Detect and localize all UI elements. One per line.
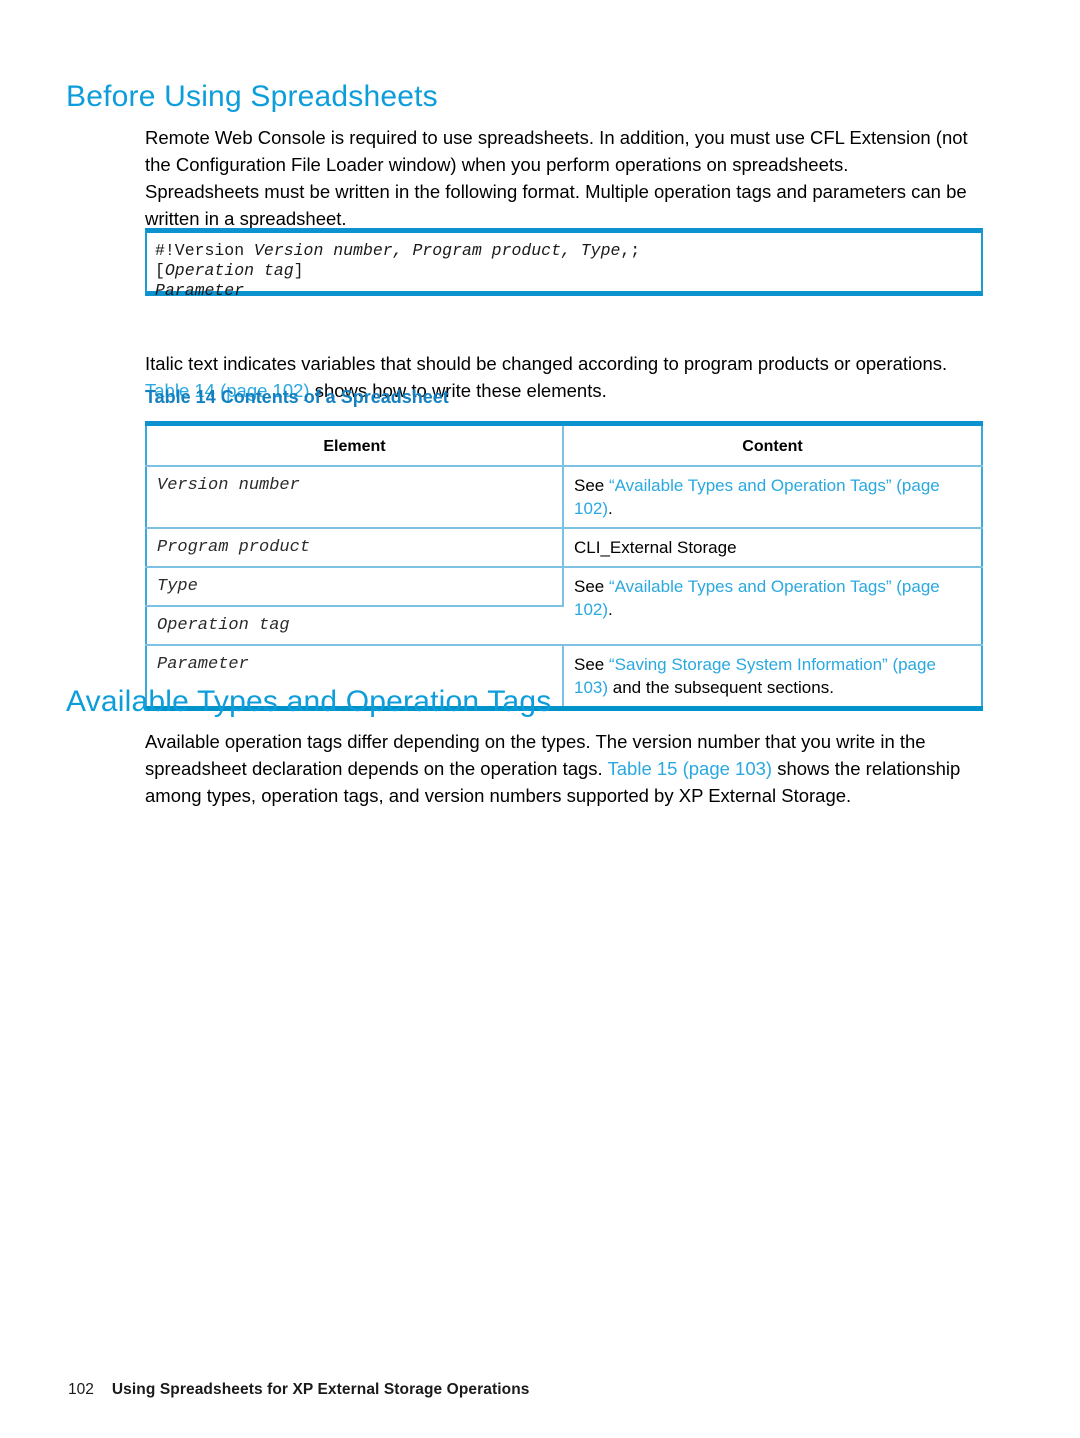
- link-available-types-and-operation-tags-102b[interactable]: “Available Types and Operation Tags” (pa…: [574, 577, 940, 619]
- cell-content-version-number: See “Available Types and Operation Tags”…: [563, 466, 982, 529]
- paragraph-available-operation-tags: Available operation tags differ dependin…: [145, 728, 991, 809]
- page-title-before-using-spreadsheets: Before Using Spreadsheets: [66, 80, 438, 114]
- cell-content-type-and-operation-tag: See “Available Types and Operation Tags”…: [563, 567, 982, 646]
- cell-element-version-number: Version number: [146, 466, 564, 529]
- content-prefix: See: [574, 577, 609, 596]
- code-line1-suffix: ,;: [620, 241, 641, 260]
- link-table-15-page-103[interactable]: Table 15 (page 103): [608, 758, 773, 779]
- cell-content-parameter: See “Saving Storage System Information” …: [563, 645, 982, 709]
- code-block-content: #!Version Version number, Program produc…: [147, 233, 981, 301]
- table-body: Version number See “Available Types and …: [146, 466, 982, 709]
- cell-element-program-product: Program product: [146, 528, 564, 568]
- document-page: Before Using Spreadsheets Remote Web Con…: [0, 0, 1080, 1438]
- table-row: Program product CLI_External Storage: [146, 528, 982, 568]
- link-available-types-and-operation-tags-102a[interactable]: “Available Types and Operation Tags” (pa…: [574, 476, 940, 518]
- page-title-available-types-and-operation-tags: Available Types and Operation Tags: [66, 685, 552, 719]
- footer-title: Using Spreadsheets for XP External Stora…: [111, 1381, 530, 1398]
- column-header-element: Element: [146, 423, 564, 467]
- column-header-content: Content: [563, 423, 982, 467]
- paragraph-remote-web-console: Remote Web Console is required to use sp…: [145, 126, 968, 175]
- cell-element-operation-tag: Operation tag: [146, 606, 563, 646]
- page-footer: 102 Using Spreadsheets for XP External St…: [68, 1381, 529, 1399]
- code-line2-prefix: [: [155, 261, 165, 280]
- content-prefix: See: [574, 655, 609, 674]
- code-line1-prefix: #!Version: [155, 241, 255, 260]
- table-row: Version number See “Available Types and …: [146, 466, 982, 529]
- cell-content-program-product: CLI_External Storage: [563, 528, 982, 568]
- footer-page-number: 102: [68, 1381, 94, 1398]
- code-line1-italic: Version number, Program product, Type: [254, 241, 621, 260]
- content-suffix: and the subsequent sections.: [608, 678, 834, 697]
- content-suffix: .: [608, 499, 613, 518]
- table-contents-of-a-spreadsheet: Element Content Version number See “Avai…: [145, 421, 983, 711]
- italic-note-text-part1: Italic text indicates variables that sho…: [145, 352, 948, 374]
- code-line2-italic: Operation tag: [164, 261, 294, 280]
- table-row: Type See “Available Types and Operation …: [146, 567, 982, 646]
- table-caption-contents-of-a-spreadsheet: Table 14 Contents of a Spreadsheet: [145, 387, 449, 407]
- cell-element-type: Type: [146, 567, 564, 607]
- code-block-spreadsheet-format: #!Version Version number, Program produc…: [145, 228, 983, 300]
- content-prefix: See: [574, 476, 609, 495]
- table-header-row: Element Content: [146, 423, 982, 467]
- code-line3-italic: Parameter: [155, 281, 245, 300]
- code-line2-suffix: ]: [293, 261, 304, 280]
- table-header: Element Content: [146, 423, 982, 467]
- content-suffix: .: [608, 600, 613, 619]
- paragraph-spreadsheet-format: Spreadsheets must be written in the foll…: [145, 180, 967, 229]
